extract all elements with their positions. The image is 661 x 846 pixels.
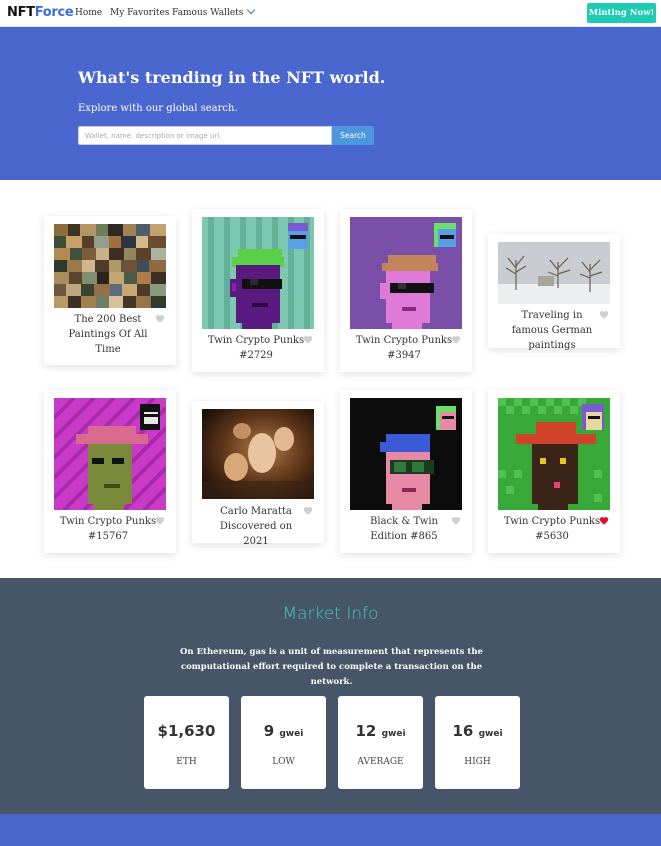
- heart-icon[interactable]: [303, 506, 313, 516]
- nft-image-punk-green[interactable]: [498, 398, 610, 510]
- nft-card-title: The 200 Best Paintings Of All Time: [68, 314, 148, 355]
- nft-card-title: Twin Crypto Punks #5630: [503, 516, 601, 542]
- heart-icon[interactable]: [451, 335, 461, 345]
- nft-card[interactable]: Carlo Maratta Discovered on 2021: [192, 401, 324, 547]
- nav-famous-wallets-dropdown[interactable]: Famous Wallets: [172, 5, 256, 18]
- nft-card[interactable]: Twin Crypto Punks #3947: [340, 209, 472, 372]
- nft-card[interactable]: Black & Twin Edition #865: [340, 390, 472, 553]
- nft-image-punk-teal[interactable]: [202, 217, 314, 329]
- nft-card[interactable]: Traveling in famous German paintings: [488, 234, 620, 351]
- stat-card-average: 12 gwei AVERAGE: [338, 696, 423, 789]
- search-input[interactable]: Wallet, name, description or image url.: [78, 126, 332, 145]
- heart-icon[interactable]: [599, 516, 609, 526]
- market-info-title: Market Info: [282, 604, 379, 624]
- heart-icon[interactable]: [303, 335, 313, 345]
- nft-card-title: Twin Crypto Punks #3947: [355, 335, 453, 361]
- brand-force: Force: [34, 5, 74, 20]
- chevron-down-icon: [247, 5, 256, 15]
- nft-card[interactable]: Twin Crypto Punks #5630: [488, 390, 620, 553]
- stat-number: $1,630: [157, 722, 216, 740]
- heart-icon[interactable]: [451, 516, 461, 526]
- heart-icon[interactable]: [155, 516, 165, 526]
- nav-favorites-link[interactable]: My Favorites: [110, 8, 169, 18]
- brand-logo[interactable]: NFTForce: [7, 5, 74, 20]
- stat-number: 9: [263, 722, 275, 740]
- nft-image-baroque-painting[interactable]: [202, 409, 314, 499]
- hero-subtitle: Explore with our global search.: [78, 103, 238, 114]
- stat-unit: gwei: [381, 729, 406, 739]
- stat-value: $1,630: [144, 722, 229, 740]
- nft-image-painting-collage[interactable]: [54, 224, 166, 308]
- stat-label: AVERAGE: [357, 757, 404, 767]
- nft-card[interactable]: Twin Crypto Punks #15767: [44, 390, 176, 553]
- stat-card-eth: $1,630 ETH: [144, 696, 229, 789]
- nav-famous-wallets-label: Famous Wallets: [172, 8, 244, 18]
- stat-value: 12 gwei: [338, 722, 423, 740]
- stat-value: 16 gwei: [435, 722, 520, 740]
- nft-card[interactable]: The 200 Best Paintings Of All Time: [44, 216, 176, 365]
- nav-home-link[interactable]: Home: [75, 8, 102, 18]
- stat-label: ETH: [176, 757, 197, 767]
- search-button[interactable]: Search: [332, 126, 374, 145]
- stat-card-high: 16 gwei HIGH: [435, 696, 520, 789]
- heart-icon[interactable]: [599, 310, 609, 320]
- stat-label: LOW: [272, 757, 295, 767]
- stat-value: 9 gwei: [241, 722, 326, 740]
- nft-card-title: Traveling in famous German paintings: [511, 310, 593, 351]
- hero-section: What's trending in the NFT world. Explor…: [0, 27, 661, 180]
- brand-nft: NFT: [7, 5, 35, 20]
- market-info-description: On Ethereum, gas is a unit of measuremen…: [180, 647, 483, 687]
- nft-image-punk-black[interactable]: [350, 398, 462, 510]
- stat-number: 16: [452, 722, 474, 740]
- navbar: NFTForce Home My Favorites Famous Wallet…: [0, 0, 661, 27]
- heart-icon[interactable]: [155, 314, 165, 324]
- nft-card-title: Twin Crypto Punks #2729: [207, 335, 305, 361]
- nft-image-punk-purple[interactable]: [350, 217, 462, 329]
- nft-image-winter-landscape[interactable]: [498, 242, 610, 304]
- minting-now-button[interactable]: Minting Now!: [587, 3, 656, 23]
- nft-image-punk-magenta[interactable]: [54, 398, 166, 510]
- nft-card-title: Carlo Maratta Discovered on 2021: [219, 506, 293, 547]
- market-info-section: Market Info On Ethereum, gas is a unit o…: [0, 578, 661, 814]
- stat-label: HIGH: [464, 757, 491, 767]
- stat-unit: gwei: [478, 729, 503, 739]
- footer-band: [0, 814, 661, 846]
- nft-card[interactable]: Twin Crypto Punks #2729: [192, 209, 324, 372]
- hero-title: What's trending in the NFT world.: [78, 68, 386, 87]
- nft-card-title: Twin Crypto Punks #15767: [59, 516, 157, 542]
- stat-unit: gwei: [279, 729, 304, 739]
- stat-number: 12: [355, 722, 377, 740]
- nft-card-title: Black & Twin Edition #865: [370, 516, 438, 542]
- stat-card-low: 9 gwei LOW: [241, 696, 326, 789]
- nft-gallery: The 200 Best Paintings Of All Time Twin …: [0, 180, 661, 578]
